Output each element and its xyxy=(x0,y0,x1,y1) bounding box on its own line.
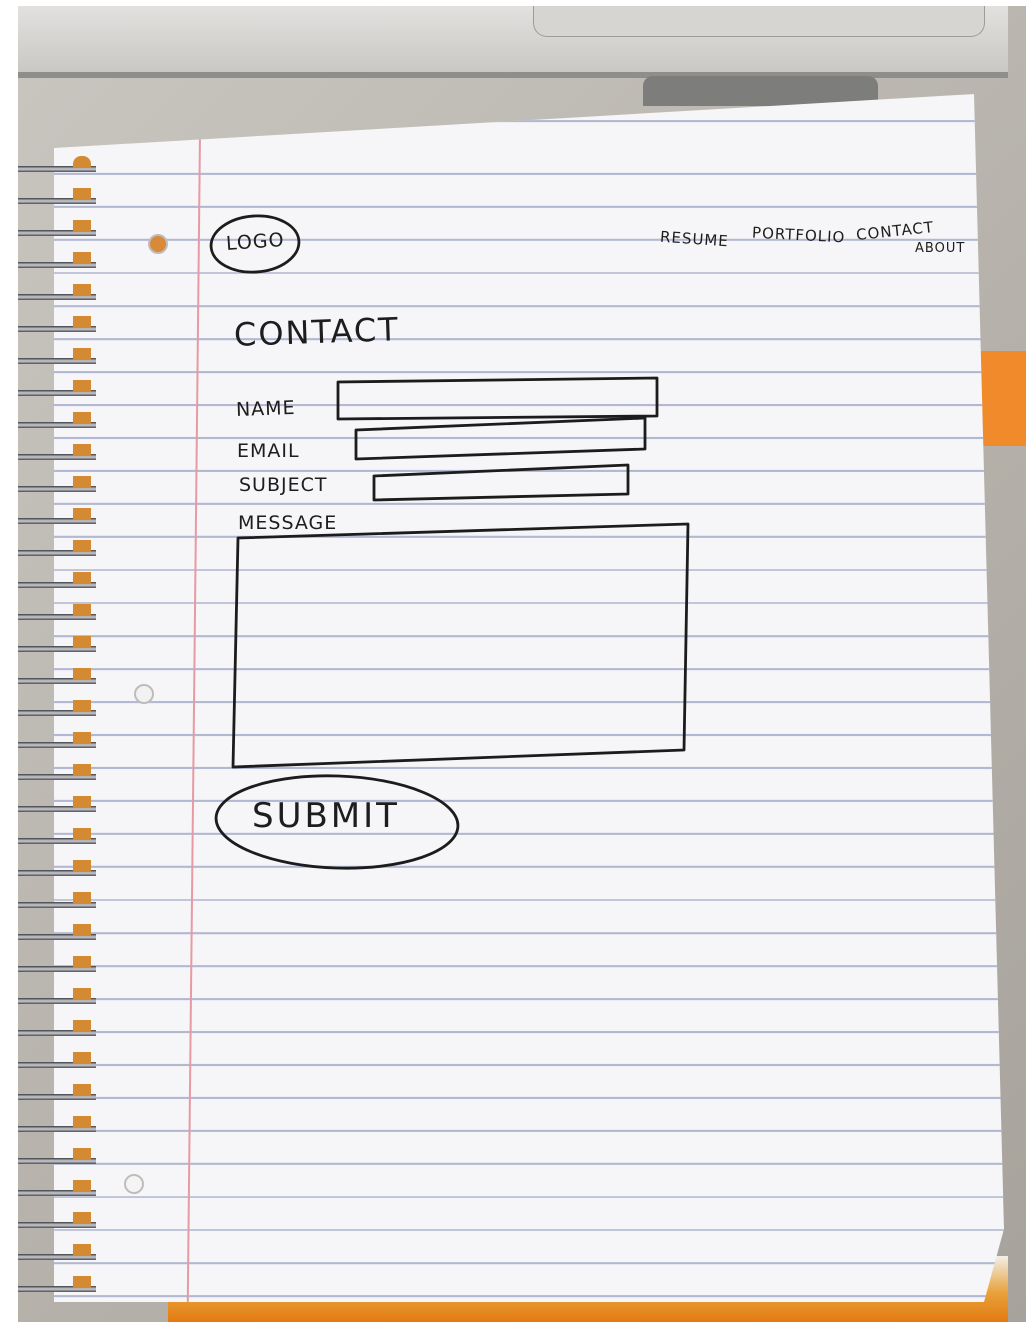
name-label: NAME xyxy=(235,396,296,422)
logo-label: LOGO xyxy=(225,228,286,256)
nav-about-label: ABOUT xyxy=(915,241,966,256)
subject-input-box xyxy=(372,463,630,502)
message-textarea-box xyxy=(231,522,690,769)
message-label: MESSAGE xyxy=(238,512,338,534)
email-label: EMAIL xyxy=(237,440,300,462)
page-heading: CONTACT xyxy=(233,310,401,354)
subject-label: SUBJECT xyxy=(239,474,328,496)
name-input-box xyxy=(336,376,659,421)
wireframe-sketch xyxy=(209,214,690,870)
submit-label: SUBMIT xyxy=(252,796,400,836)
email-input-box xyxy=(354,416,647,461)
